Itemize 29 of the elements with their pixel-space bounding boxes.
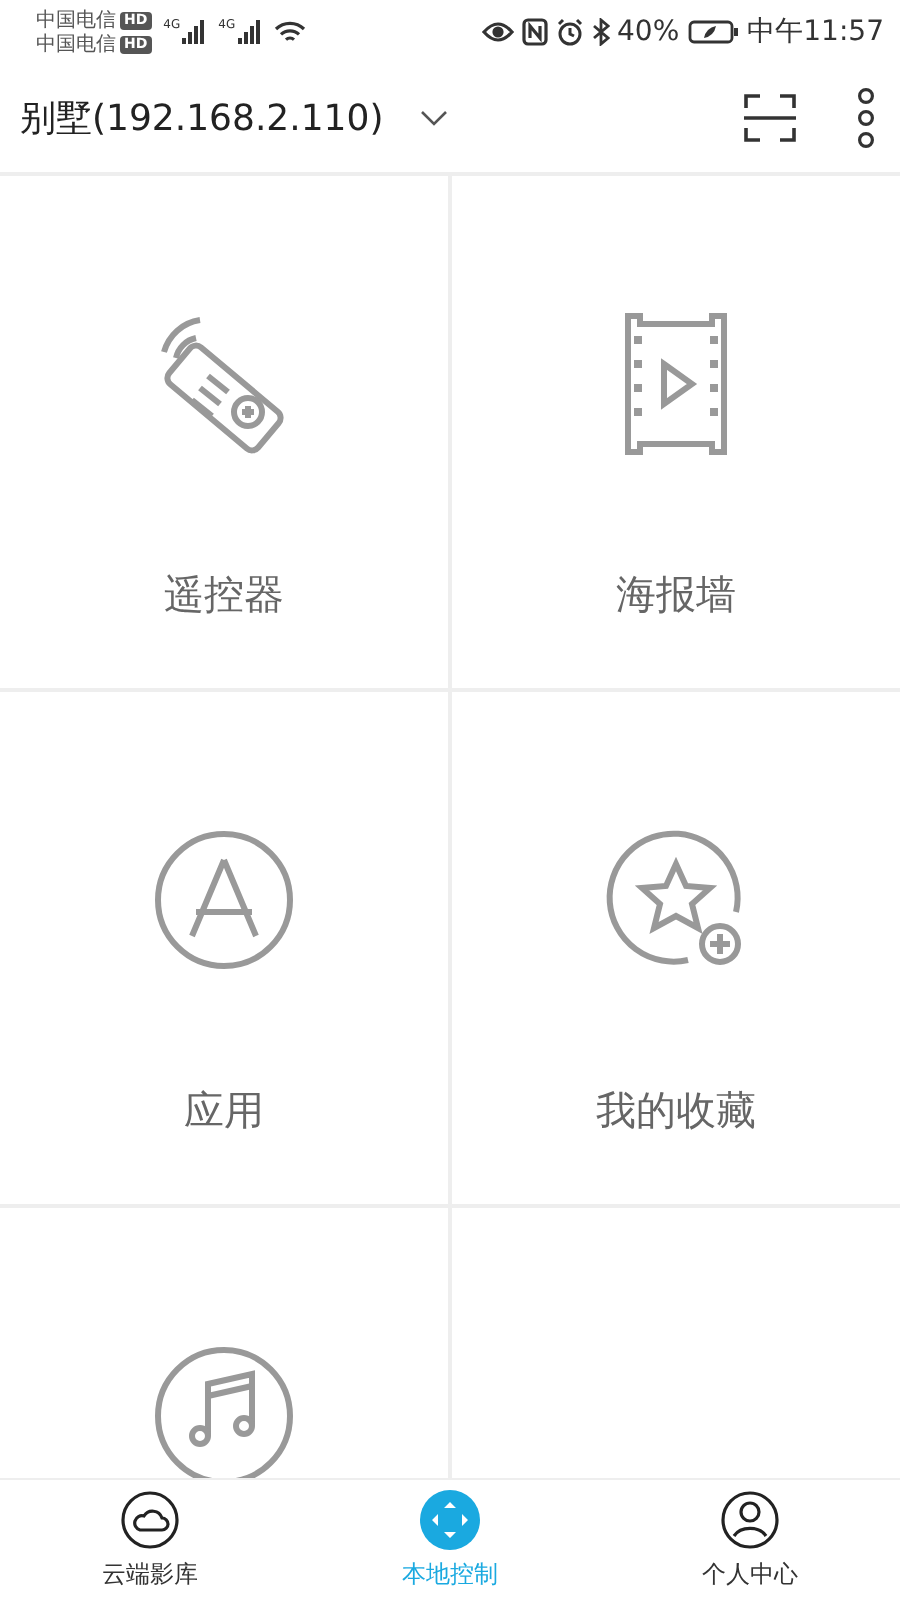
direction-pad-icon [420, 1490, 480, 1550]
alarm-icon [555, 18, 584, 46]
menu-tile[interactable]: 海报墙 [452, 176, 900, 688]
device-title[interactable]: 别墅(192.168.2.110) [20, 94, 384, 142]
signal-icon [237, 20, 262, 44]
menu-tile[interactable]: 我的收藏 [452, 692, 900, 1204]
battery-percent: 40% [617, 16, 680, 48]
tile-label[interactable]: 我的收藏 [596, 1084, 756, 1138]
menu-tile[interactable]: 应用 [0, 692, 448, 1204]
chevron-down-icon[interactable] [419, 110, 448, 126]
wifi-icon [273, 19, 306, 45]
carrier-name: 中国电信 [36, 33, 116, 55]
user-icon [720, 1490, 780, 1550]
signal-icon [182, 20, 207, 44]
carrier-name: 中国电信 [36, 9, 116, 31]
scan-icon[interactable] [744, 94, 796, 142]
tile-label[interactable]: 应用 [184, 1084, 264, 1138]
menu-tile[interactable]: 遥控器 [0, 176, 448, 688]
nfc-icon [521, 18, 548, 46]
battery-icon [687, 20, 740, 44]
nav-tab[interactable]: 云端影库 [0, 1480, 300, 1600]
cloud-icon [120, 1490, 180, 1550]
more-icon[interactable] [856, 88, 876, 148]
eye-icon [481, 20, 514, 44]
nav-tab[interactable]: 个人中心 [600, 1480, 900, 1600]
tile-label[interactable]: 遥控器 [164, 568, 284, 622]
bluetooth-icon [591, 18, 610, 46]
clock: 中午11:57 [747, 14, 884, 50]
tile-label[interactable]: 海报墙 [616, 568, 736, 622]
